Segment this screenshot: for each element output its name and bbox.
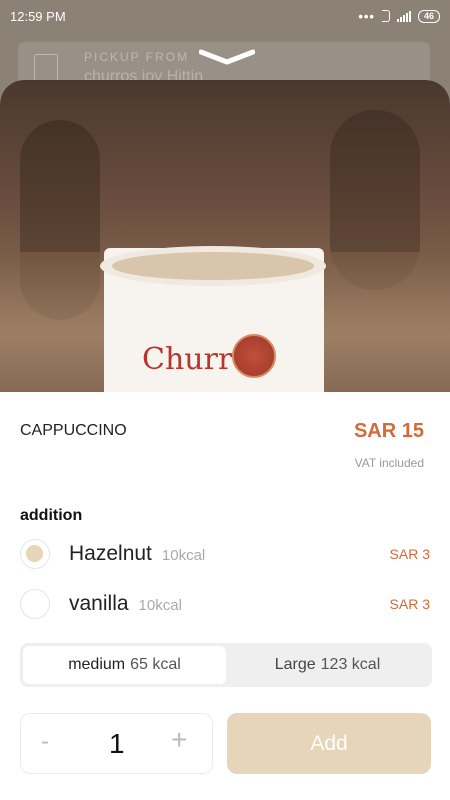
size-option-large[interactable]: Large 123 kcal	[226, 646, 429, 684]
size-kcal: 123 kcal	[320, 656, 381, 673]
option-name: Hazelnut	[69, 542, 152, 565]
addition-label: addition	[20, 507, 83, 524]
cup-brand-text: Churr	[142, 342, 233, 377]
product-sheet: Churr CAPPUCCINO SAR 15 VAT included add…	[0, 80, 450, 800]
more-dots-icon: •••	[358, 8, 375, 24]
product-name: CAPPUCCINO	[20, 422, 127, 439]
quantity-stepper: - 1 +	[20, 713, 213, 774]
product-image: Churr	[0, 80, 450, 392]
addition-option-vanilla[interactable]: vanilla 10kcal SAR 3	[20, 588, 430, 622]
option-label: Hazelnut 10kcal	[69, 542, 205, 566]
product-price: SAR 15	[353, 420, 424, 442]
option-price: SAR 3	[389, 546, 430, 562]
size-toggle: medium 65 kcal Large 123 kcal	[20, 643, 432, 687]
status-bar: 12:59 PM ••• 46	[0, 0, 450, 32]
vat-note: VAT included	[354, 456, 424, 470]
size-name: Large	[274, 656, 316, 673]
signal-icon	[396, 10, 411, 22]
pickup-label: PICKUP FROM	[84, 50, 190, 64]
chevron-down-icon[interactable]	[199, 48, 255, 68]
addition-option-hazelnut[interactable]: Hazelnut 10kcal SAR 3	[20, 538, 430, 572]
decrement-button[interactable]: -	[41, 728, 49, 756]
option-label: vanilla 10kcal	[69, 592, 182, 616]
increment-button[interactable]: +	[171, 724, 187, 756]
status-time: 12:59 PM	[10, 8, 66, 24]
size-name: medium	[68, 656, 126, 673]
radio-button[interactable]	[20, 589, 50, 619]
option-kcal: 10kcal	[161, 547, 206, 564]
brand-logo-icon	[232, 334, 276, 378]
option-price: SAR 3	[389, 596, 430, 612]
radio-button[interactable]	[20, 539, 50, 569]
cup-foam	[112, 252, 314, 280]
add-button[interactable]: Add	[227, 713, 431, 774]
size-kcal: 65 kcal	[130, 656, 181, 673]
quantity-value: 1	[109, 728, 125, 759]
option-name: vanilla	[69, 592, 129, 615]
bluetooth-icon	[381, 10, 390, 22]
battery-icon: 46	[417, 9, 440, 23]
status-icons: ••• 46	[358, 9, 440, 24]
size-option-medium[interactable]: medium 65 kcal	[23, 646, 226, 684]
option-kcal: 10kcal	[138, 597, 182, 614]
